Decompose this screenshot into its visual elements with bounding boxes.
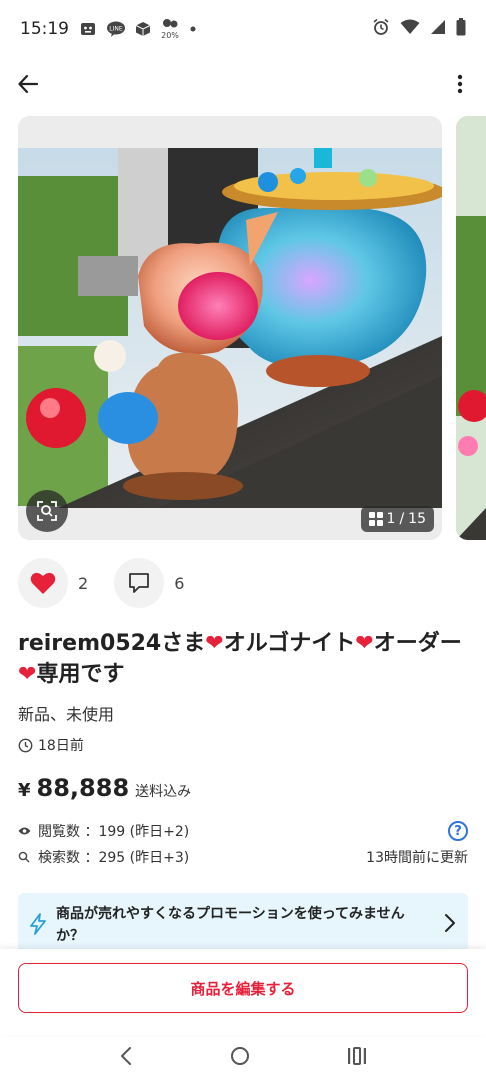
title-part-4: 専用です [36, 662, 125, 687]
chevron-right-icon [445, 914, 455, 932]
comment-count: 6 [174, 573, 185, 593]
title-part-1: reirem0524さま [18, 631, 206, 656]
next-photo-preview[interactable] [456, 116, 486, 540]
clock-icon [18, 738, 33, 752]
photo-total: 15 [408, 511, 426, 527]
searches-row: 検索数 ：295 (昨日+3) 13時間前に更新 [18, 844, 468, 870]
photo-separator: / [399, 511, 405, 527]
app-bar [0, 58, 486, 110]
help-icon[interactable]: ? [448, 821, 468, 841]
home-circle-icon [230, 1046, 249, 1065]
eye-icon [18, 826, 34, 836]
searches-text: 検索数 ：295 (昨日+3) [38, 850, 190, 866]
currency-symbol: ¥ [18, 780, 31, 801]
updated-text: 13時間前に更新 [366, 850, 468, 866]
views-text: 閲覧数 ：199 (昨日+2) [38, 824, 190, 840]
grid-icon [368, 512, 383, 526]
nav-back-button[interactable] [119, 1046, 133, 1070]
photo-current: 1 [386, 511, 396, 527]
comment-button[interactable] [114, 558, 165, 608]
notification-icons: LINE 20% [79, 18, 197, 40]
next-photo-illustration [456, 116, 486, 540]
image-search-button[interactable] [26, 490, 68, 532]
posted-time-text: 18日前 [38, 738, 84, 754]
promotion-text: 商品が売れやすくなるプロモーションを使ってみませんか？ [56, 906, 405, 944]
percent-badge-icon: 20% [160, 18, 180, 40]
chevron-left-icon [120, 1046, 131, 1065]
status-time: 15:19 [20, 19, 69, 39]
reaction-bar: 2 6 [18, 558, 210, 608]
recents-icon [348, 1046, 367, 1065]
system-nav-bar [0, 1035, 486, 1080]
arrow-left-icon [18, 74, 39, 94]
heart-emoji: ❤ [355, 631, 374, 656]
promotion-banner[interactable]: 商品が売れやすくなるプロモーションを使ってみませんか？ [18, 893, 468, 949]
views-row: 閲覧数 ：199 (昨日+2) ? [18, 818, 468, 844]
item-stats: 閲覧数 ：199 (昨日+2) ? 検索数 ：295 (昨日+3) 13時間前に… [18, 818, 468, 870]
like-count: 2 [78, 573, 89, 593]
heart-emoji: ❤ [205, 631, 224, 656]
system-icons [372, 18, 466, 40]
shipping-label: 送料込み [135, 784, 192, 800]
line-icon: LINE [106, 21, 126, 37]
title-part-2: オルゴナイト [223, 631, 356, 656]
price-row: ¥ 88,888 送料込み [18, 774, 191, 802]
svg-text:LINE: LINE [109, 26, 123, 33]
heart-emoji: ❤ [18, 662, 37, 687]
nav-home-button[interactable] [230, 1046, 250, 1070]
heart-icon [30, 572, 56, 594]
bottom-action-bar: 商品を編集する [0, 949, 486, 1035]
title-part-3: オーダー [373, 631, 462, 656]
product-photo[interactable]: 1 / 15 [18, 116, 442, 540]
back-button[interactable] [14, 70, 42, 98]
svg-text:20%: 20% [161, 31, 179, 40]
photo-carousel[interactable]: 1 / 15 [18, 116, 486, 540]
edit-item-button[interactable]: 商品を編集する [18, 963, 468, 1013]
posted-time: 18日前 [18, 735, 84, 755]
item-condition: 新品、未使用 [18, 705, 115, 724]
status-bar: 15:19 LINE 20% [0, 0, 486, 58]
battery-icon [456, 18, 466, 40]
lens-search-icon [37, 501, 57, 521]
nav-recents-button[interactable] [347, 1046, 367, 1069]
comment-icon [129, 573, 150, 593]
more-options-button[interactable] [448, 70, 472, 98]
wifi-icon [400, 19, 420, 39]
dot-icon [189, 25, 197, 33]
face-notify-icon [79, 20, 97, 38]
lightning-icon [30, 913, 46, 935]
like-button[interactable] [18, 558, 68, 608]
photo-counter: 1 / 15 [360, 506, 434, 532]
product-photo-illustration [18, 116, 442, 540]
more-vert-icon [457, 74, 463, 94]
search-icon [18, 851, 34, 863]
price-amount: 88,888 [36, 774, 130, 802]
alarm-icon [372, 18, 390, 40]
cell-signal-icon [430, 19, 446, 39]
box-icon [135, 21, 151, 37]
item-title: reirem0524さま❤オルゴナイト❤オーダー❤専用です [18, 628, 473, 690]
